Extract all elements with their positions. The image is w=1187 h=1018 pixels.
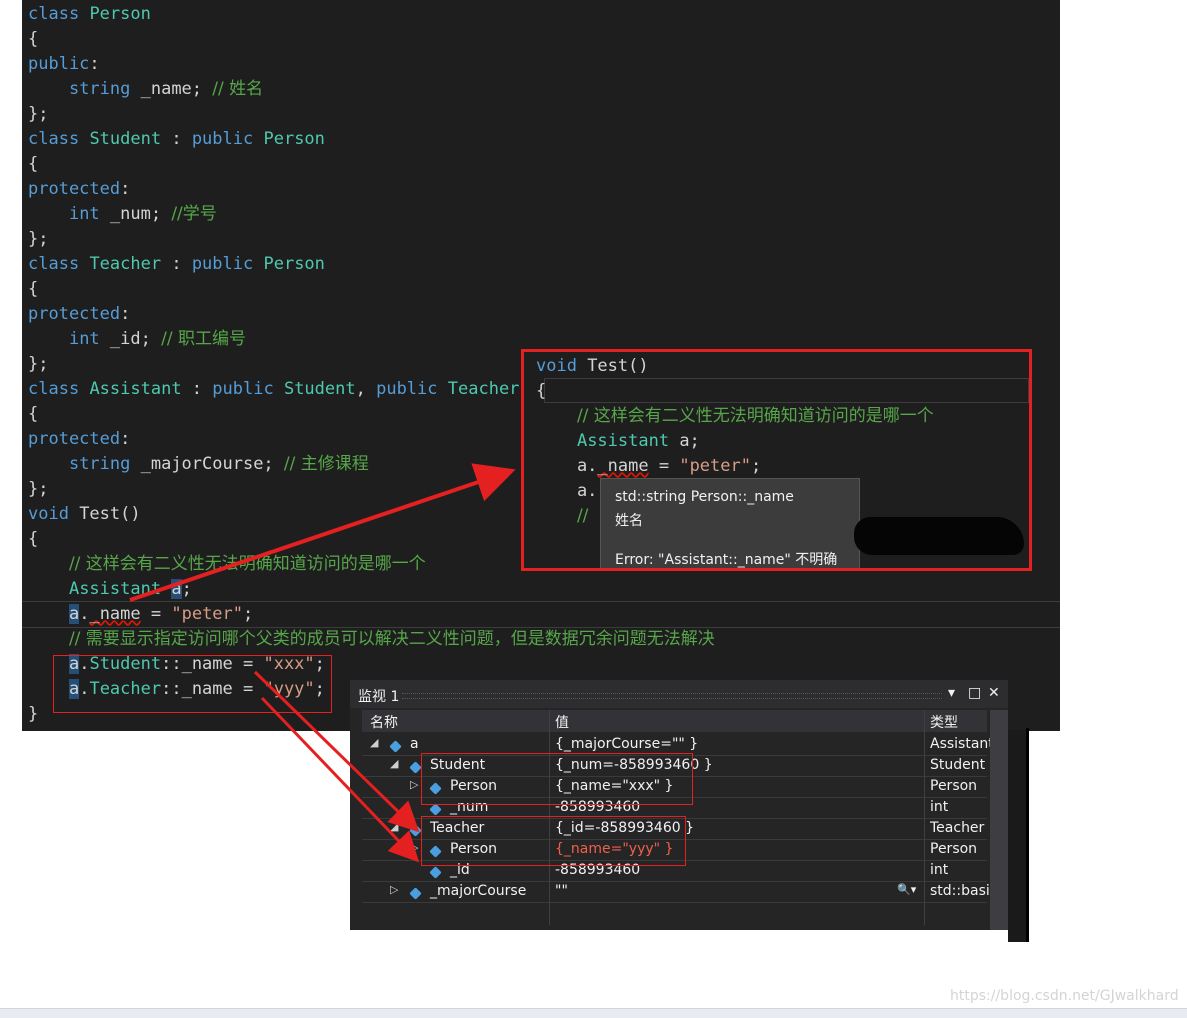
arrow-to-teacher xyxy=(260,696,420,863)
annotation-arrows xyxy=(129,463,516,863)
arrow-to-zoom xyxy=(129,463,516,602)
arrow-to-student xyxy=(253,670,420,833)
watermark: https://blog.csdn.net/GJwalkhard xyxy=(950,988,1179,1004)
